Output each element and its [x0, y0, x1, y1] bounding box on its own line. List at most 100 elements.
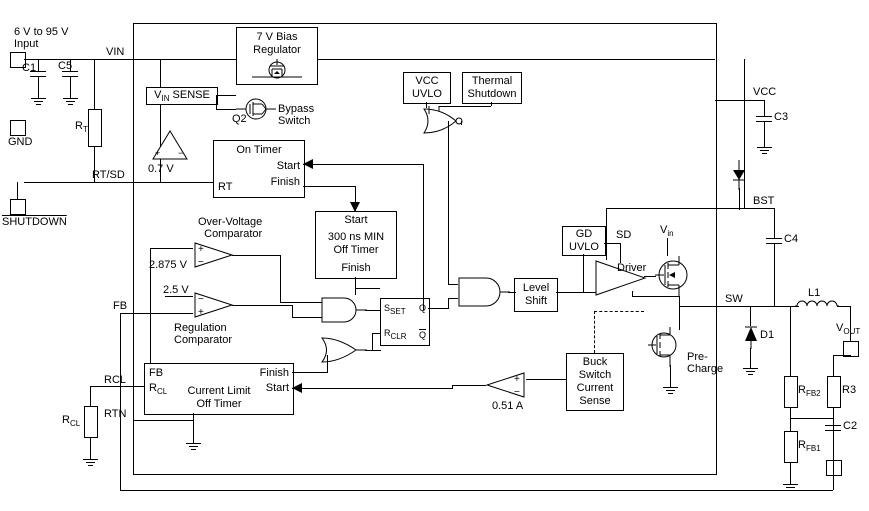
- wire: [38, 76, 39, 88]
- wire: [448, 284, 458, 285]
- wire: [150, 248, 193, 249]
- wire: [833, 355, 834, 377]
- bypass-switch-label: Bypass Switch: [278, 103, 314, 127]
- vin-sense-block: VIN SENSE: [146, 87, 218, 105]
- wire: [833, 418, 834, 490]
- wire: [833, 355, 851, 356]
- vcc-uvlo-block: VCC UVLO: [403, 72, 451, 104]
- pin-bst: BST: [753, 195, 774, 207]
- wire: [439, 106, 491, 107]
- wire: [38, 59, 39, 71]
- wire: [133, 313, 193, 314]
- driver-vin-label: Vin: [660, 224, 674, 238]
- svg-text:+: +: [198, 307, 204, 318]
- resistor-rfb2-body: [784, 376, 798, 408]
- wire: [715, 208, 775, 209]
- wire: [280, 255, 281, 302]
- wire: [280, 302, 322, 303]
- l1-label: L1: [808, 287, 820, 299]
- wire-dashed: [594, 311, 644, 312]
- wire: [508, 292, 516, 293]
- wire: [632, 291, 633, 297]
- pin-vin: VIN: [106, 46, 124, 58]
- wire: [764, 121, 765, 137]
- wire: [133, 182, 225, 183]
- wire: [620, 243, 621, 263]
- wire: [774, 208, 775, 238]
- wire: [461, 121, 462, 125]
- c1-label: C1: [22, 62, 36, 74]
- wire: [24, 182, 136, 183]
- wire: [150, 313, 151, 363]
- svg-text:−: −: [198, 257, 204, 268]
- wire: [24, 59, 136, 60]
- wire: [452, 385, 486, 386]
- inductor-l1-icon: [795, 298, 839, 314]
- diode-d1-icon: [742, 323, 760, 349]
- wire: [790, 306, 791, 342]
- precharge-label: Pre- Charge: [687, 351, 723, 375]
- bias-reg-text: 7 V Bias Regulator: [253, 31, 301, 57]
- wire: [526, 379, 566, 380]
- wire: [90, 437, 91, 449]
- c5-label: C5: [58, 60, 72, 72]
- svg-text:−: −: [514, 387, 520, 398]
- wire: [448, 298, 458, 299]
- resistor-rcl-body: [84, 406, 98, 438]
- wire: [216, 95, 236, 96]
- wire: [448, 298, 449, 309]
- vout-label: VOUT: [836, 322, 860, 336]
- wire: [232, 255, 280, 256]
- resistor-rfb1-body: [784, 431, 798, 463]
- on-timer-rt: RT: [218, 181, 232, 194]
- wire: [292, 388, 452, 389]
- wire: [764, 100, 765, 116]
- input-range-label: 6 V to 95 V: [14, 26, 68, 38]
- wire: [303, 164, 423, 165]
- wire: [292, 372, 327, 373]
- wire: [193, 413, 194, 433]
- wire: [491, 102, 492, 106]
- wire: [790, 407, 791, 431]
- wire: [292, 305, 293, 317]
- c4-label: C4: [784, 233, 798, 245]
- block-diagram: 6 V to 95 V Input VIN C1 C5 GND RT RT/SD…: [0, 0, 869, 511]
- buck-current-sense-block: Buck Switch Current Sense: [566, 353, 624, 411]
- ov-ref: 2.875 V: [149, 259, 187, 271]
- driver-label: Driver: [617, 262, 646, 274]
- wire: [120, 313, 134, 314]
- wire: [715, 490, 833, 491]
- pin-rtn: RTN: [104, 408, 126, 420]
- wire: [644, 276, 656, 277]
- wire: [423, 164, 424, 310]
- and-gate-2-icon: [456, 275, 510, 309]
- svg-text:+: +: [198, 244, 204, 255]
- wire: [837, 306, 851, 307]
- pin-rtsd: RT/SD: [92, 169, 125, 181]
- wire: [428, 308, 448, 309]
- reg-comparator-label: Regulation Comparator: [174, 322, 232, 346]
- diode-vcc-bst-icon: [730, 160, 748, 190]
- wire: [216, 95, 217, 110]
- wire: [150, 248, 151, 314]
- cl-finish: Finish: [260, 367, 289, 380]
- c2-label: C2: [843, 420, 857, 432]
- wire: [160, 59, 161, 87]
- wire: [120, 490, 716, 491]
- resistor-r3-body: [827, 376, 841, 408]
- pin-fb: FB: [113, 300, 127, 312]
- gd-uvlo-block: GD UVLO: [562, 226, 606, 256]
- wire: [583, 254, 584, 293]
- cap-plate: [766, 238, 782, 239]
- vin-sense-ref: 0.7 V: [148, 163, 174, 175]
- wire: [606, 208, 607, 260]
- wire: [292, 317, 322, 318]
- off-timer-body: 300 ns MIN Off Timer: [316, 227, 396, 257]
- wire: [133, 59, 715, 60]
- arrow-down-icon: [348, 200, 362, 214]
- r3-label: R3: [842, 384, 856, 396]
- svg-text:−: −: [178, 148, 183, 158]
- d1-label: D1: [760, 329, 774, 341]
- wire: [448, 121, 449, 284]
- pad-c2-gnd: [826, 460, 842, 476]
